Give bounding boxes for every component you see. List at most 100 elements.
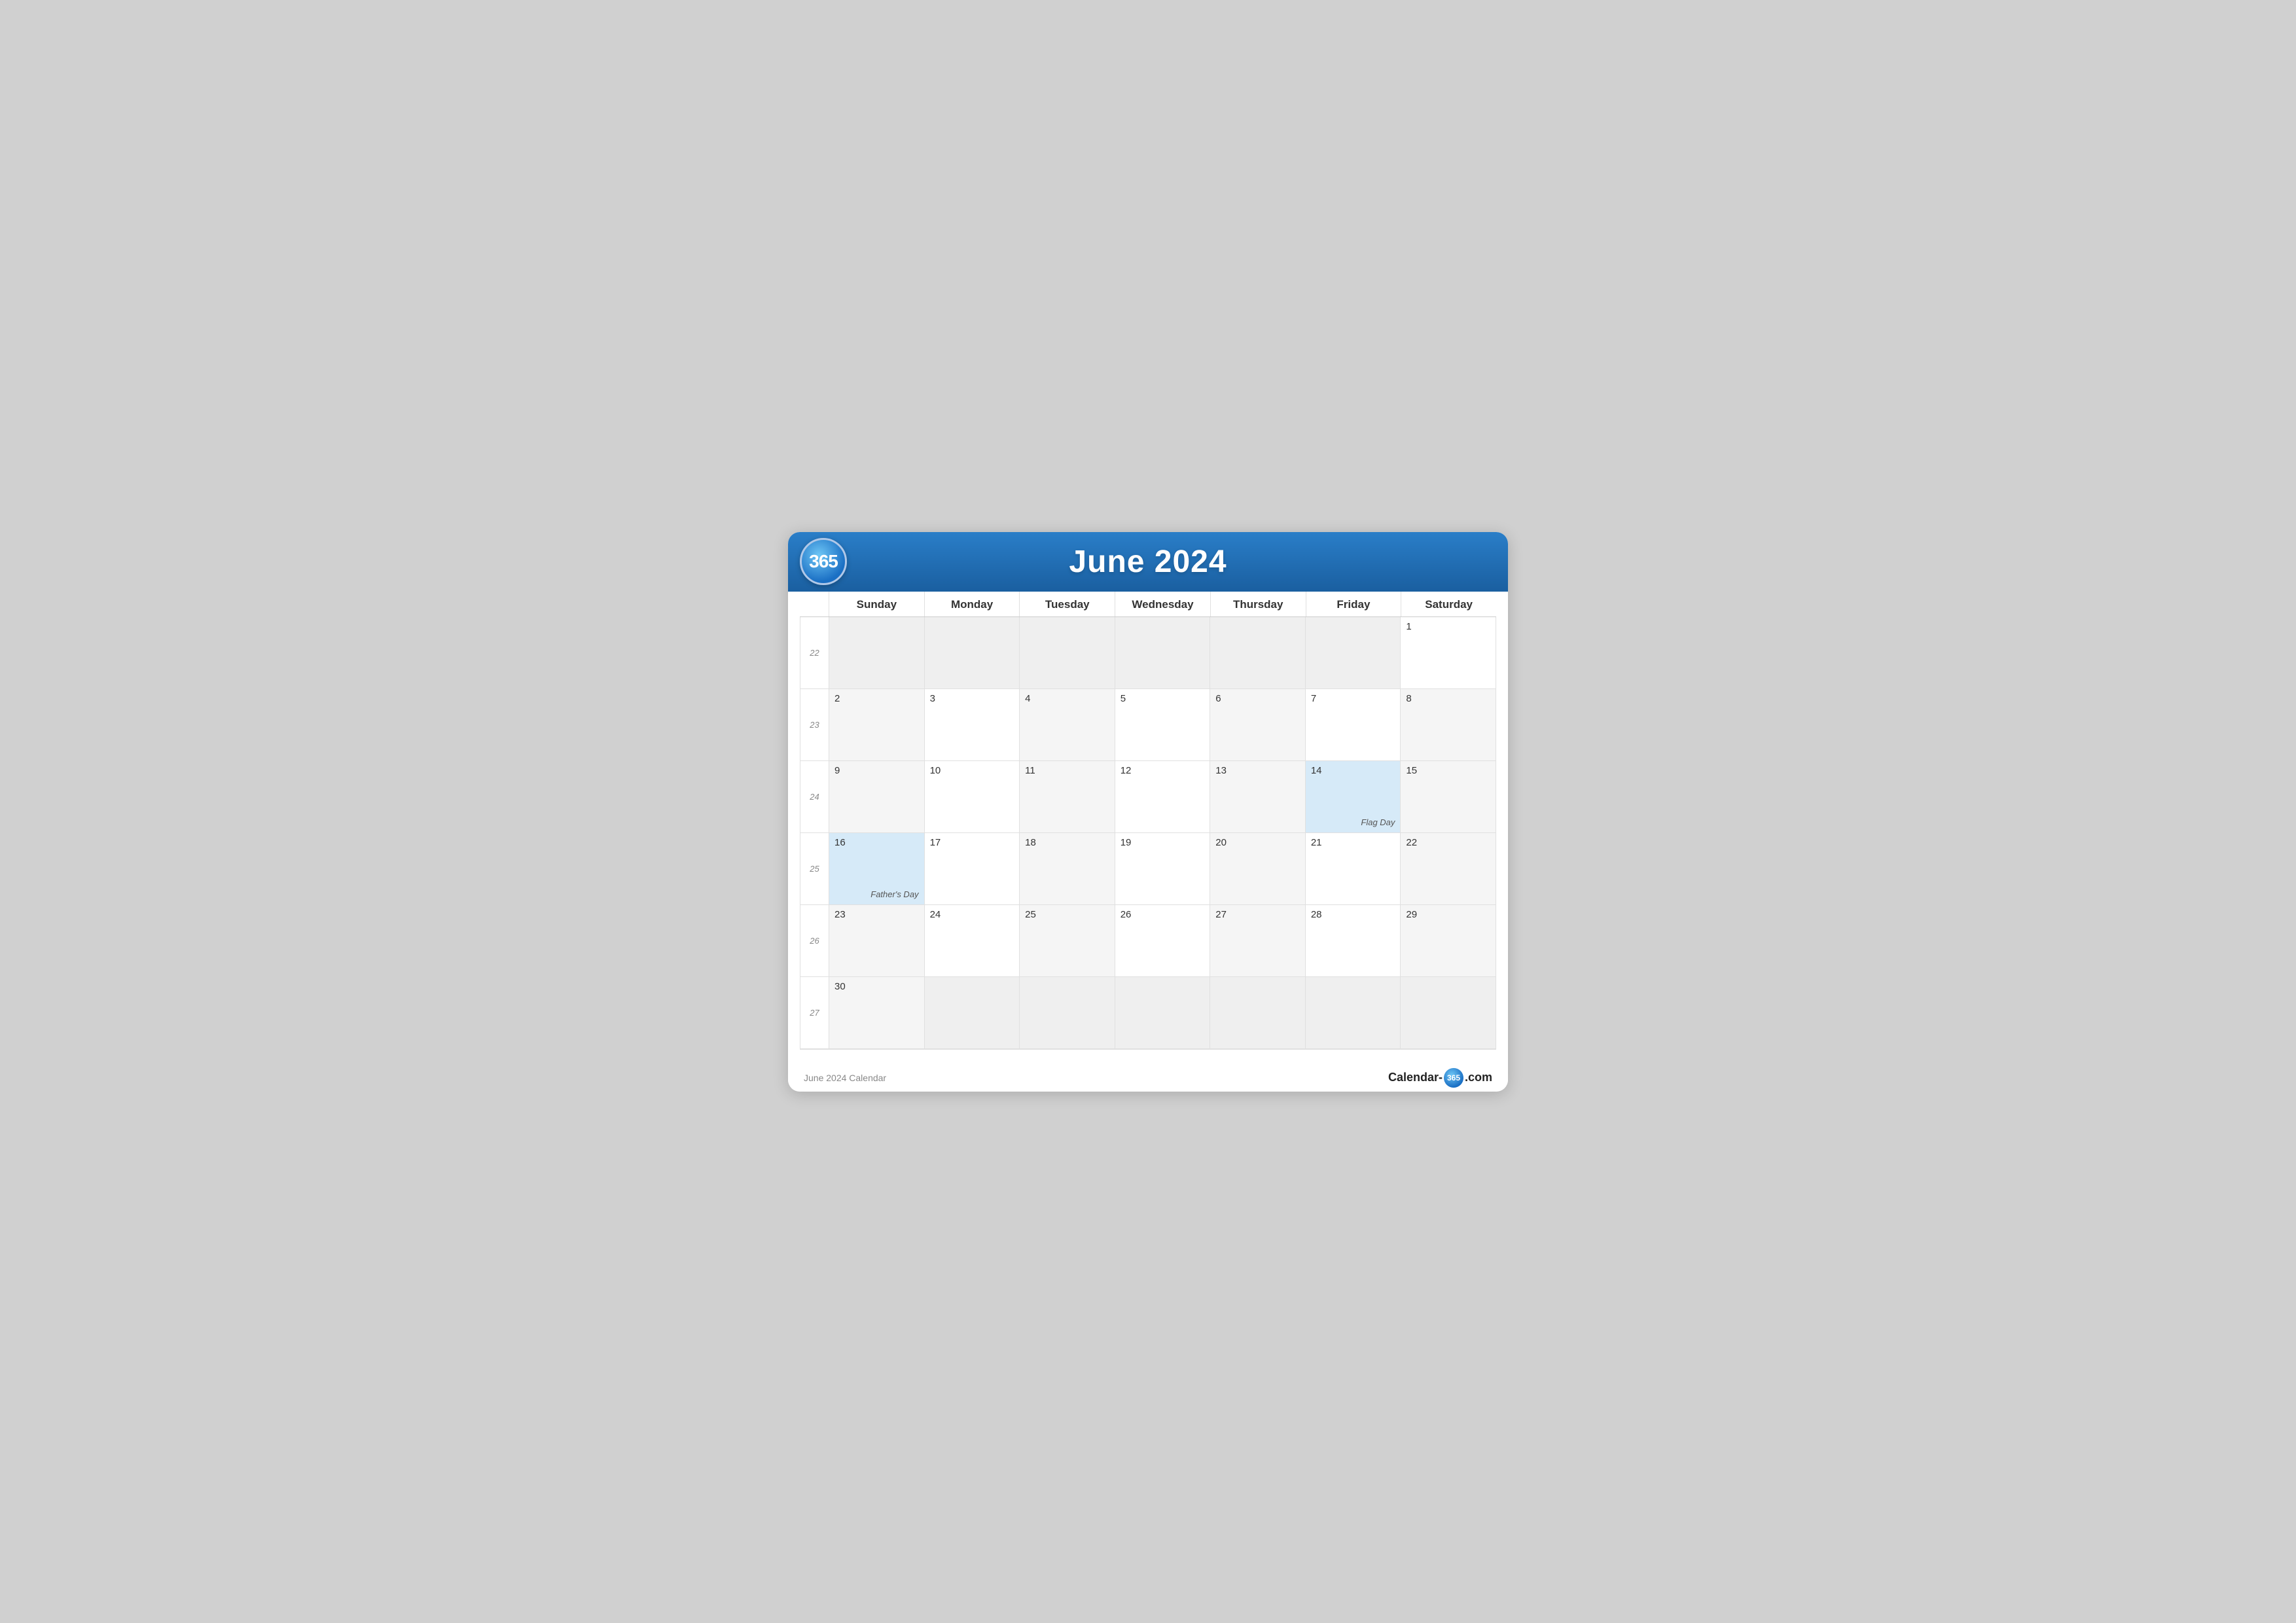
day-number: 29 [1406, 909, 1417, 920]
day-cell-19[interactable]: 19 [1115, 833, 1211, 905]
day-cell-7[interactable]: 7 [1306, 689, 1401, 761]
day-cell-25[interactable]: 25 [1020, 905, 1115, 977]
day-cell-12[interactable]: 12 [1115, 761, 1211, 833]
footer-logo-circle: 365 [1444, 1068, 1463, 1088]
day-number: 5 [1121, 693, 1126, 704]
day-cell-empty-0-5[interactable] [1306, 617, 1401, 689]
day-cell-13[interactable]: 13 [1210, 761, 1306, 833]
calendar-body: Sunday Monday Tuesday Wednesday Thursday… [788, 592, 1508, 1061]
day-cell-30[interactable]: 30 [829, 977, 925, 1049]
day-number: 4 [1025, 693, 1030, 704]
dow-thursday: Thursday [1210, 592, 1306, 616]
day-cell-2[interactable]: 2 [829, 689, 925, 761]
day-cell-empty-5-5[interactable] [1306, 977, 1401, 1049]
day-cell-20[interactable]: 20 [1210, 833, 1306, 905]
day-cell-29[interactable]: 29 [1401, 905, 1496, 977]
day-cell-17[interactable]: 17 [925, 833, 1020, 905]
day-number: 28 [1311, 909, 1322, 920]
day-cell-5[interactable]: 5 [1115, 689, 1211, 761]
day-cell-8[interactable]: 8 [1401, 689, 1496, 761]
day-number: 1 [1406, 621, 1411, 632]
footer-right: Calendar- 365 .com [1388, 1068, 1492, 1088]
day-cell-15[interactable]: 15 [1401, 761, 1496, 833]
day-cell-22[interactable]: 22 [1401, 833, 1496, 905]
day-number: 3 [930, 693, 935, 704]
footer-brand-pre: Calendar- [1388, 1071, 1443, 1084]
day-cell-empty-5-1[interactable] [925, 977, 1020, 1049]
dow-friday: Friday [1306, 592, 1401, 616]
day-cell-empty-0-0[interactable] [829, 617, 925, 689]
day-cell-21[interactable]: 21 [1306, 833, 1401, 905]
footer-left-text: June 2024 Calendar [804, 1073, 886, 1083]
day-cell-6[interactable]: 6 [1210, 689, 1306, 761]
day-number: 25 [1025, 909, 1036, 920]
day-number: 15 [1406, 765, 1417, 776]
day-number: 18 [1025, 837, 1036, 848]
day-number: 21 [1311, 837, 1322, 848]
holiday-label: Flag Day [1361, 817, 1395, 827]
day-number: 9 [834, 765, 840, 776]
day-number: 24 [930, 909, 941, 920]
day-cell-10[interactable]: 10 [925, 761, 1020, 833]
calendar-header: 365 June 2024 [788, 532, 1508, 592]
dow-sunday: Sunday [829, 592, 924, 616]
day-number: 2 [834, 693, 840, 704]
day-cell-9[interactable]: 9 [829, 761, 925, 833]
day-cell-empty-5-6[interactable] [1401, 977, 1496, 1049]
holiday-label: Father's Day [870, 889, 918, 899]
dow-saturday: Saturday [1401, 592, 1496, 616]
day-number: 17 [930, 837, 941, 848]
day-cell-24[interactable]: 24 [925, 905, 1020, 977]
dow-header-row: Sunday Monday Tuesday Wednesday Thursday… [800, 592, 1496, 617]
dow-wednesday: Wednesday [1115, 592, 1210, 616]
day-cell-empty-5-3[interactable] [1115, 977, 1211, 1049]
day-cell-1[interactable]: 1 [1401, 617, 1496, 689]
day-number: 27 [1215, 909, 1227, 920]
day-cell-26[interactable]: 26 [1115, 905, 1211, 977]
day-cell-empty-0-3[interactable] [1115, 617, 1211, 689]
day-cell-4[interactable]: 4 [1020, 689, 1115, 761]
week-num-spacer [800, 592, 829, 616]
day-number: 10 [930, 765, 941, 776]
day-number: 20 [1215, 837, 1227, 848]
day-cell-empty-0-4[interactable] [1210, 617, 1306, 689]
dow-tuesday: Tuesday [1019, 592, 1115, 616]
day-number: 30 [834, 981, 846, 992]
calendar-footer: June 2024 Calendar Calendar- 365 .com [788, 1061, 1508, 1092]
calendar-title: June 2024 [1069, 544, 1227, 580]
day-number: 11 [1025, 765, 1035, 776]
day-number: 7 [1311, 693, 1316, 704]
week-number-22: 22 [800, 617, 829, 689]
week-number-25: 25 [800, 833, 829, 905]
day-number: 26 [1121, 909, 1132, 920]
day-cell-14[interactable]: 14 Flag Day [1306, 761, 1401, 833]
day-cell-11[interactable]: 11 [1020, 761, 1115, 833]
day-number: 6 [1215, 693, 1221, 704]
calendar-grid: 2212323456782491011121314Flag Day152516F… [800, 617, 1496, 1050]
day-number: 23 [834, 909, 846, 920]
footer-brand-post: .com [1465, 1071, 1492, 1084]
day-cell-empty-5-2[interactable] [1020, 977, 1115, 1049]
day-cell-empty-0-1[interactable] [925, 617, 1020, 689]
day-number: 12 [1121, 765, 1132, 776]
day-cell-27[interactable]: 27 [1210, 905, 1306, 977]
day-number: 8 [1406, 693, 1411, 704]
logo-circle: 365 [800, 538, 847, 585]
day-cell-18[interactable]: 18 [1020, 833, 1115, 905]
day-cell-empty-5-4[interactable] [1210, 977, 1306, 1049]
week-number-26: 26 [800, 905, 829, 977]
day-cell-28[interactable]: 28 [1306, 905, 1401, 977]
calendar-page: 365 June 2024 Sunday Monday Tuesday Wedn… [788, 532, 1508, 1092]
day-number: 14 [1311, 765, 1322, 776]
day-number: 16 [834, 837, 846, 848]
day-cell-16[interactable]: 16 Father's Day [829, 833, 925, 905]
day-cell-23[interactable]: 23 [829, 905, 925, 977]
day-number: 19 [1121, 837, 1132, 848]
day-cell-empty-0-2[interactable] [1020, 617, 1115, 689]
week-number-23: 23 [800, 689, 829, 761]
day-cell-3[interactable]: 3 [925, 689, 1020, 761]
day-number: 13 [1215, 765, 1227, 776]
week-number-27: 27 [800, 977, 829, 1049]
day-number: 22 [1406, 837, 1417, 848]
week-number-24: 24 [800, 761, 829, 833]
